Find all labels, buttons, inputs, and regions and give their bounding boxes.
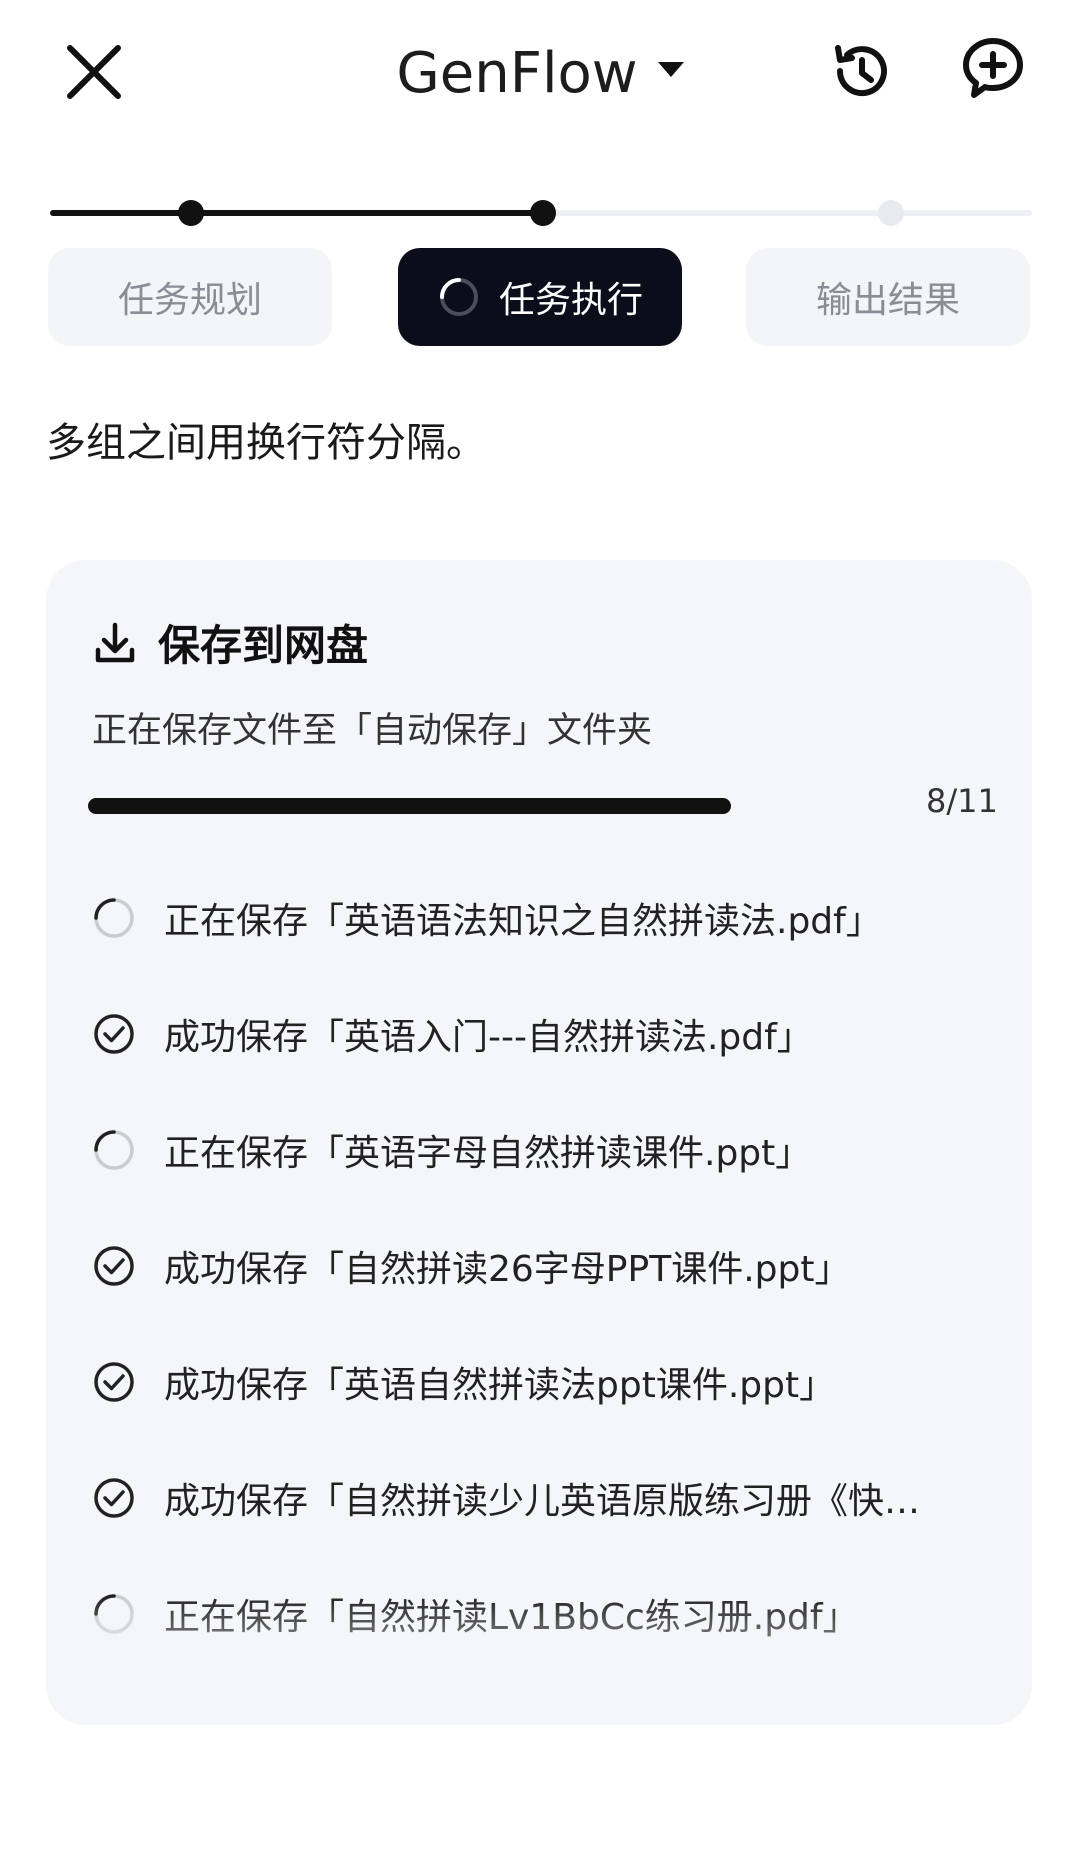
step-progress xyxy=(50,194,1032,230)
tab-output-result[interactable]: 输出结果 xyxy=(746,248,1030,346)
save-progress-fill xyxy=(88,798,731,814)
caret-down-icon xyxy=(657,61,684,77)
tab-task-execution[interactable]: 任务执行 xyxy=(398,248,682,346)
list-item: 成功保存「自然拼读少儿英语原版练习册《快… xyxy=(92,1440,992,1556)
history-button[interactable] xyxy=(826,36,896,106)
list-item-text: 成功保存「英语入门---自然拼读法.pdf」 xyxy=(164,1017,813,1058)
list-item: 正在保存「英语字母自然拼读课件.ppt」 xyxy=(92,1092,992,1208)
list-item-text: 成功保存「自然拼读少儿英语原版练习册《快… xyxy=(164,1481,921,1522)
step-dot-output xyxy=(878,200,904,226)
new-chat-button[interactable] xyxy=(958,34,1028,104)
list-item: 成功保存「自然拼读26字母PPT课件.ppt」 xyxy=(92,1208,992,1324)
close-icon xyxy=(67,45,121,99)
tab-task-planning[interactable]: 任务规划 xyxy=(48,248,332,346)
loading-spinner-icon xyxy=(92,896,136,940)
list-item: 成功保存「英语入门---自然拼读法.pdf」 xyxy=(92,976,992,1092)
list-item-text: 成功保存「英语自然拼读法ppt课件.ppt」 xyxy=(164,1365,836,1406)
message-text: 多组之间用换行符分隔。 xyxy=(46,420,486,466)
list-item-text: 正在保存「英语语法知识之自然拼读法.pdf」 xyxy=(164,901,882,942)
loading-spinner-icon xyxy=(92,1128,136,1172)
card-title: 保存到网盘 xyxy=(158,621,369,670)
check-circle-icon xyxy=(92,1012,136,1056)
step-dot-planning xyxy=(178,200,204,226)
save-progress-bar xyxy=(88,798,968,814)
step-track-completed xyxy=(50,210,544,216)
close-button[interactable] xyxy=(62,40,126,104)
save-progress-count: 8/11 xyxy=(926,782,998,820)
check-circle-icon xyxy=(92,1360,136,1404)
step-dot-executing xyxy=(530,200,556,226)
check-circle-icon xyxy=(92,1476,136,1520)
list-item-text: 成功保存「自然拼读26字母PPT课件.ppt」 xyxy=(164,1249,851,1290)
history-icon xyxy=(835,45,887,97)
tab-label: 输出结果 xyxy=(815,280,960,321)
download-icon xyxy=(95,622,135,662)
check-circle-icon xyxy=(92,1244,136,1288)
loading-spinner-icon xyxy=(439,278,478,316)
list-item: 正在保存「英语语法知识之自然拼读法.pdf」 xyxy=(92,860,992,976)
list-item: 成功保存「英语自然拼读法ppt课件.ppt」 xyxy=(92,1324,992,1440)
list-item-text: 正在保存「英语字母自然拼读课件.ppt」 xyxy=(164,1133,812,1174)
top-bar: GenFlow xyxy=(0,0,1080,150)
app-switcher[interactable]: GenFlow xyxy=(396,40,684,106)
card-subtitle: 正在保存文件至「自动保存」文件夹 xyxy=(92,711,653,751)
chat-plus-icon xyxy=(963,38,1023,98)
app-title: GenFlow xyxy=(396,40,638,106)
tab-label: 任务执行 xyxy=(498,280,643,321)
save-to-drive-card: 保存到网盘 正在保存文件至「自动保存」文件夹 8/11 正在保存「英语语法知识之… xyxy=(46,560,1032,1725)
tab-label: 任务规划 xyxy=(117,280,262,321)
